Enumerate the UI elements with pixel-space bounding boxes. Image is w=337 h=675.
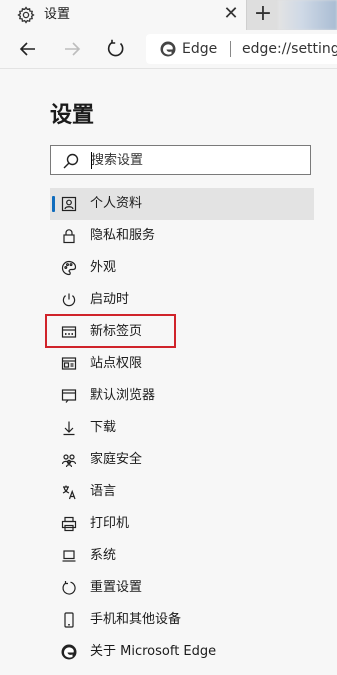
blurred-background <box>278 0 337 30</box>
highlight-box <box>45 314 176 348</box>
printer-icon <box>61 516 77 532</box>
sidebar-item-phone[interactable]: 手机和其他设备 <box>50 604 314 636</box>
address-url[interactable]: edge://settings <box>242 40 337 58</box>
sidebar-item-palette[interactable]: 外观 <box>50 252 314 284</box>
sidebar-item-edge-logo[interactable]: 关于 Microsoft Edge <box>50 636 314 668</box>
tab-settings[interactable]: 设置 ✕ <box>0 0 247 30</box>
sidebar-item-language[interactable]: 语言 <box>50 476 314 508</box>
phone-icon <box>61 612 77 628</box>
tab-strip: 设置 ✕ + <box>0 0 337 30</box>
language-icon <box>61 484 77 500</box>
sidebar-item-printer[interactable]: 打印机 <box>50 508 314 540</box>
sidebar-item-label: 默认浏览器 <box>90 388 156 403</box>
back-arrow-icon[interactable] <box>17 38 39 60</box>
text-caret <box>91 152 92 169</box>
page-title: 设置 <box>50 103 95 128</box>
toolbar: Edge edge://settings <box>0 30 337 69</box>
gear-icon <box>17 6 35 24</box>
forward-arrow-icon[interactable] <box>61 38 83 60</box>
refresh-icon[interactable] <box>105 38 127 60</box>
sidebar-item-label: 关于 Microsoft Edge <box>90 644 217 659</box>
sidebar-item-profile[interactable]: 个人资料 <box>50 188 314 220</box>
edge-logo-icon <box>61 644 77 660</box>
family-icon <box>61 452 77 468</box>
sidebar-item-lock[interactable]: 隐私和服务 <box>50 220 314 252</box>
sidebar-item-reset[interactable]: 重置设置 <box>50 572 314 604</box>
sidebar-item-label: 启动时 <box>90 292 130 307</box>
power-icon <box>61 292 77 308</box>
sidebar-item-label: 下载 <box>90 420 117 435</box>
close-icon[interactable]: ✕ <box>222 5 240 23</box>
edge-logo-icon <box>160 41 176 57</box>
profile-icon <box>61 196 77 212</box>
sidebar-item-power[interactable]: 启动时 <box>50 284 314 316</box>
sidebar-item-laptop[interactable]: 系统 <box>50 540 314 572</box>
search-icon <box>63 153 79 169</box>
reset-icon <box>61 580 77 596</box>
sidebar-item-label: 语言 <box>90 484 117 499</box>
site-permissions-icon <box>61 356 77 372</box>
sidebar-item-label: 外观 <box>90 260 117 275</box>
sidebar-item-label: 家庭安全 <box>90 452 143 467</box>
sidebar-item-label: 个人资料 <box>90 196 143 211</box>
sidebar-item-label: 重置设置 <box>90 580 143 595</box>
sidebar-item-family[interactable]: 家庭安全 <box>50 444 314 476</box>
sidebar-item-download[interactable]: 下载 <box>50 412 314 444</box>
lock-icon <box>61 228 77 244</box>
sidebar-item-default-browser[interactable]: 默认浏览器 <box>50 380 314 412</box>
search-box[interactable] <box>50 145 311 175</box>
site-label: Edge <box>182 41 218 57</box>
tab-title: 设置 <box>44 7 71 22</box>
search-input[interactable] <box>91 150 301 170</box>
sidebar-item-label: 系统 <box>90 548 117 563</box>
new-tab-button[interactable]: + <box>250 2 276 28</box>
sidebar-item-label: 站点权限 <box>90 356 143 371</box>
sidebar-item-label: 打印机 <box>90 516 130 531</box>
address-separator <box>230 41 231 57</box>
download-icon <box>61 420 77 436</box>
address-bar[interactable]: Edge edge://settings <box>146 34 337 64</box>
laptop-icon <box>61 548 77 564</box>
sidebar-item-label: 隐私和服务 <box>90 228 156 243</box>
settings-nav: 个人资料 隐私和服务 外观 启动时 新标签页 站点权限 默认浏览器 下载 家庭安全 语言 打印机 系统… <box>50 188 314 668</box>
sidebar-item-label: 手机和其他设备 <box>90 612 182 627</box>
sidebar-item-site-permissions[interactable]: 站点权限 <box>50 348 314 380</box>
palette-icon <box>61 260 77 276</box>
default-browser-icon <box>61 388 77 404</box>
